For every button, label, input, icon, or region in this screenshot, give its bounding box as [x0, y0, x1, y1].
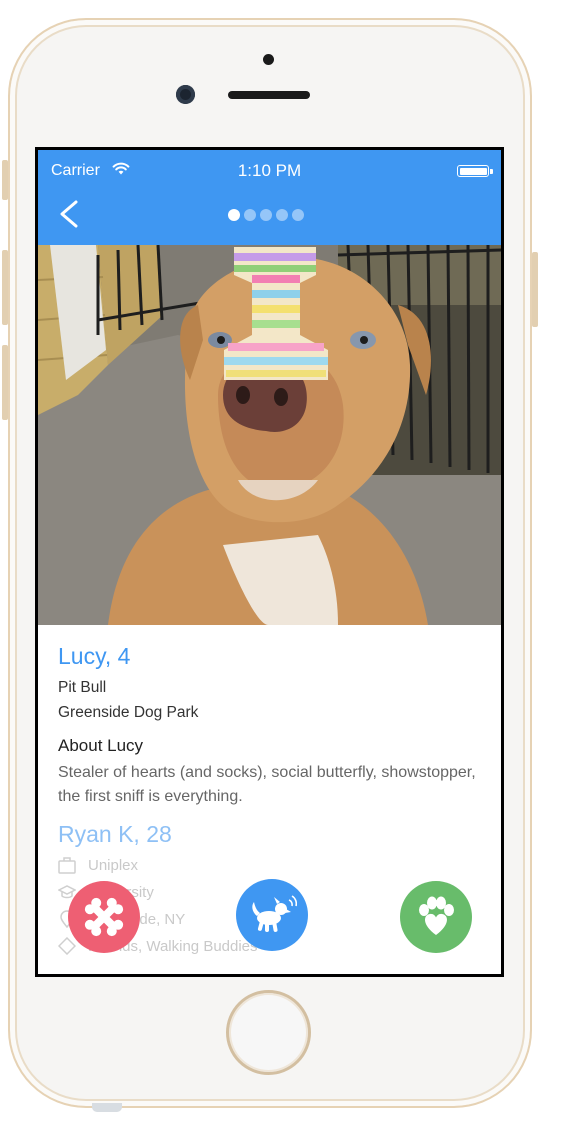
power-button	[532, 252, 538, 327]
crossed-bones-icon	[84, 897, 124, 937]
dog-icon	[252, 895, 297, 932]
volume-up-button	[2, 250, 8, 325]
status-bar: Carrier 1:10 PM	[38, 150, 501, 188]
home-button[interactable]	[226, 990, 311, 1075]
mute-switch	[2, 160, 8, 200]
briefcase-icon	[58, 857, 76, 874]
page-dot[interactable]	[292, 209, 304, 221]
front-camera	[176, 85, 195, 104]
chevron-left-icon[interactable]	[52, 194, 82, 234]
like-button[interactable]	[400, 881, 472, 953]
dog-photo-illustration	[38, 245, 501, 625]
app-header: Carrier 1:10 PM	[38, 150, 501, 245]
photo-page-indicator[interactable]	[228, 209, 304, 221]
lightning-port	[92, 1103, 122, 1112]
volume-down-button	[2, 345, 8, 420]
owner-work: Uniplex	[88, 856, 139, 874]
phone-screen: Carrier 1:10 PM Lucy, 4 Pit Bull Greensi…	[35, 147, 504, 977]
dislike-button[interactable]	[68, 881, 140, 953]
about-text: Stealer of hearts (and socks), social bu…	[58, 764, 476, 805]
dog-name-age: Lucy, 4	[58, 643, 131, 669]
dog-location: Greenside Dog Park	[58, 704, 199, 721]
owner-name-age: Ryan K, 28	[58, 821, 172, 847]
page-dot[interactable]	[260, 209, 272, 221]
status-time: 1:10 PM	[237, 161, 302, 180]
page-dot[interactable]	[228, 209, 240, 221]
page-dot[interactable]	[244, 209, 256, 221]
dog-breed: Pit Bull	[58, 679, 107, 696]
owner-work-row: Uniplex	[58, 855, 488, 875]
dog-photo[interactable]	[38, 245, 501, 625]
paw-heart-icon	[419, 896, 454, 935]
earpiece-speaker	[228, 91, 310, 99]
battery-icon	[457, 165, 493, 177]
woof-button[interactable]	[236, 879, 308, 951]
about-heading: About Lucy	[58, 736, 144, 755]
proximity-sensor	[263, 54, 274, 65]
page-dot[interactable]	[276, 209, 288, 221]
diamond-icon	[58, 937, 76, 955]
